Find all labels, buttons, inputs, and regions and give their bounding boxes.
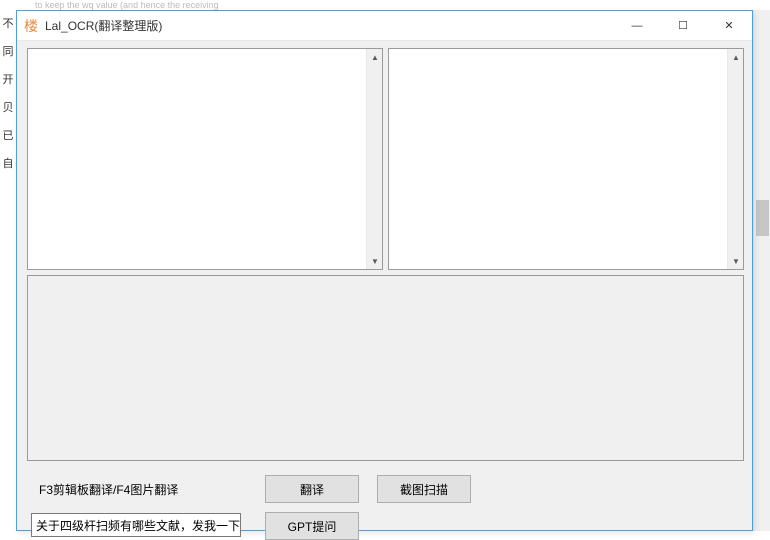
app-icon: 楼 — [23, 18, 39, 34]
result-textarea-scrollbar[interactable]: ▲ ▼ — [727, 49, 743, 269]
result-textarea[interactable]: ▲ ▼ — [388, 48, 744, 270]
screenshot-scan-button[interactable]: 截图扫描 — [377, 475, 471, 503]
log-panel — [27, 275, 744, 461]
background-scrollbar[interactable] — [753, 10, 770, 531]
titlebar[interactable]: 楼 Lal_OCR(翻译整理版) — ☐ ✕ — [17, 11, 752, 41]
scroll-down-icon[interactable]: ▼ — [728, 253, 744, 269]
bg-left-item: 已 — [0, 122, 16, 150]
source-textarea-scrollbar[interactable]: ▲ ▼ — [366, 49, 382, 269]
source-textarea[interactable]: ▲ ▼ — [27, 48, 383, 270]
close-button[interactable]: ✕ — [706, 11, 752, 40]
maximize-button[interactable]: ☐ — [660, 11, 706, 40]
background-scrollbar-thumb[interactable] — [756, 200, 769, 236]
bg-left-item: 自 — [0, 150, 16, 178]
scroll-down-icon[interactable]: ▼ — [367, 253, 383, 269]
scroll-up-icon[interactable]: ▲ — [367, 49, 383, 65]
background-top-text: to keep the wq value (and hence the rece… — [0, 0, 770, 10]
shortcut-hint: F3剪辑板翻译/F4图片翻译 — [39, 481, 178, 498]
app-window: 楼 Lal_OCR(翻译整理版) — ☐ ✕ ▲ ▼ ▲ ▼ F3剪辑板翻译/F… — [16, 10, 753, 531]
result-textarea-content[interactable] — [389, 49, 727, 269]
scroll-up-icon[interactable]: ▲ — [728, 49, 744, 65]
gpt-ask-button[interactable]: GPT提问 — [265, 512, 359, 540]
minimize-button[interactable]: — — [614, 11, 660, 40]
gpt-query-input[interactable]: 关于四级杆扫频有哪些文献，发我一下 — [31, 513, 241, 537]
client-area: ▲ ▼ ▲ ▼ F3剪辑板翻译/F4图片翻译 翻译 截图扫描 关于四级杆扫频有哪… — [17, 41, 752, 530]
source-textarea-content[interactable] — [28, 49, 366, 269]
bg-left-item: 开贝 — [0, 66, 16, 122]
bg-left-item: 不同 — [0, 10, 16, 66]
window-title: Lal_OCR(翻译整理版) — [45, 17, 162, 34]
translate-button[interactable]: 翻译 — [265, 475, 359, 503]
background-left-column: 不同 开贝 已 自 — [0, 10, 16, 531]
